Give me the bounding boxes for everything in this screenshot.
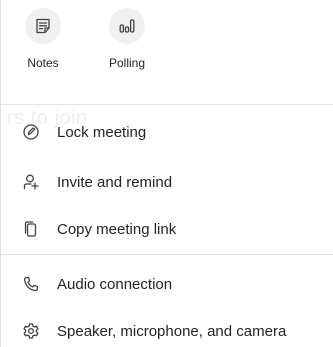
copy-meeting-link-item[interactable]: Copy meeting link bbox=[1, 209, 333, 249]
section-divider bbox=[1, 254, 333, 255]
invite-and-remind-label: Invite and remind bbox=[57, 173, 173, 191]
notes-label: Notes bbox=[27, 56, 59, 70]
more-actions-menu: Notes Polling rs to join Lock meeting In… bbox=[0, 0, 333, 347]
invite-and-remind-item[interactable]: Invite and remind bbox=[1, 162, 333, 202]
speaker-microphone-camera-label: Speaker, microphone, and camera bbox=[57, 322, 287, 340]
audio-connection-label: Audio connection bbox=[57, 275, 173, 293]
notes-icon bbox=[36, 18, 50, 34]
lock-meeting-icon bbox=[21, 122, 41, 142]
section-divider bbox=[1, 104, 333, 105]
polling-icon bbox=[119, 19, 135, 33]
speaker-microphone-camera-item[interactable]: Speaker, microphone, and camera bbox=[1, 311, 333, 347]
polling-button[interactable]: Polling bbox=[92, 8, 162, 70]
gear-icon bbox=[21, 321, 41, 341]
lock-meeting-item[interactable]: Lock meeting bbox=[1, 112, 333, 152]
polling-icon-circle bbox=[109, 8, 145, 44]
notes-button[interactable]: Notes bbox=[13, 8, 73, 70]
person-add-icon bbox=[21, 172, 41, 192]
notes-icon-circle bbox=[25, 8, 61, 44]
polling-label: Polling bbox=[108, 56, 146, 70]
phone-icon bbox=[21, 274, 41, 294]
copy-icon bbox=[21, 219, 41, 239]
quick-actions-row: Notes Polling bbox=[1, 0, 333, 104]
lock-meeting-label: Lock meeting bbox=[57, 123, 147, 141]
copy-meeting-link-label: Copy meeting link bbox=[57, 220, 177, 238]
audio-connection-item[interactable]: Audio connection bbox=[1, 264, 333, 304]
